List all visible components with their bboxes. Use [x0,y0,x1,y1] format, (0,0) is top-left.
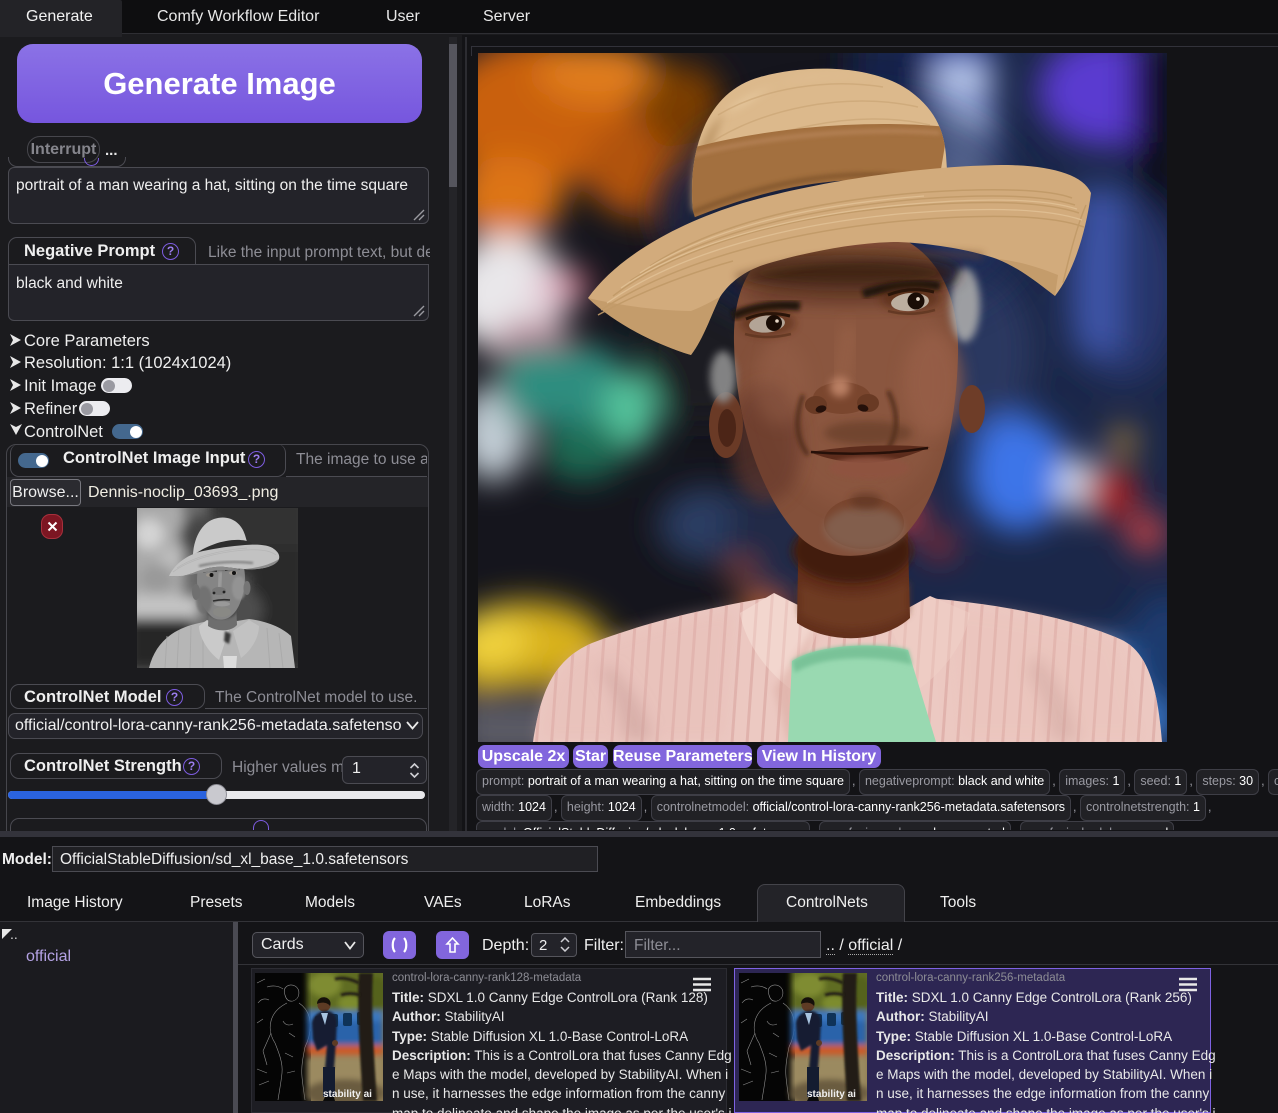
svg-text:stability ai: stability ai [323,1089,372,1100]
svg-text:stability ai: stability ai [807,1089,856,1100]
